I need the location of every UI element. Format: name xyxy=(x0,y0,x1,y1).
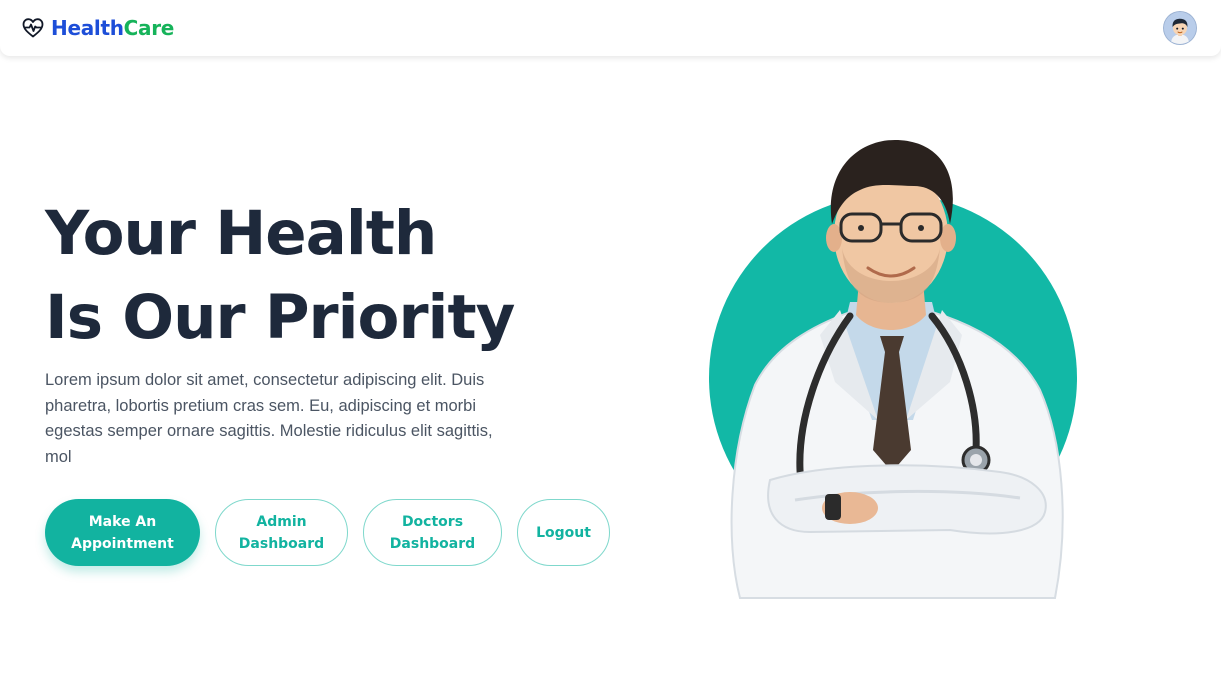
heart-pulse-icon xyxy=(21,16,45,40)
brand-name-care: Care xyxy=(123,16,175,40)
doctors-dashboard-button[interactable]: Doctors Dashboard xyxy=(363,499,502,566)
brand-logo[interactable]: HealthCare xyxy=(21,14,174,42)
admin-dashboard-button[interactable]: Admin Dashboard xyxy=(215,499,348,566)
admin-dashboard-label-line-1: Admin xyxy=(256,513,307,530)
top-navbar: HealthCare xyxy=(0,0,1221,56)
make-appointment-button[interactable]: Make An Appointment xyxy=(45,499,200,566)
hero-title-line-1: Your Health xyxy=(45,198,437,269)
doctor-illustration xyxy=(700,120,1090,610)
doctors-dashboard-label-line-2: Dashboard xyxy=(389,535,476,552)
make-appointment-label-line-1: Make An xyxy=(88,513,157,530)
logout-button[interactable]: Logout xyxy=(517,499,610,566)
brand-name-health: Health xyxy=(51,16,124,40)
doctors-dashboard-label-line-1: Doctors xyxy=(401,513,464,530)
make-appointment-label-line-2: Appointment xyxy=(71,535,174,552)
hero-description: Lorem ipsum dolor sit amet, consectetur … xyxy=(45,371,493,467)
brand-name: HealthCare xyxy=(51,16,174,40)
admin-dashboard-label-line-2: Dashboard xyxy=(238,535,325,552)
hero-title: Your Health Is Our Priority xyxy=(45,192,515,360)
user-avatar[interactable] xyxy=(1164,12,1196,44)
logout-label: Logout xyxy=(536,524,591,541)
hero-title-line-2: Is Our Priority xyxy=(45,282,515,353)
